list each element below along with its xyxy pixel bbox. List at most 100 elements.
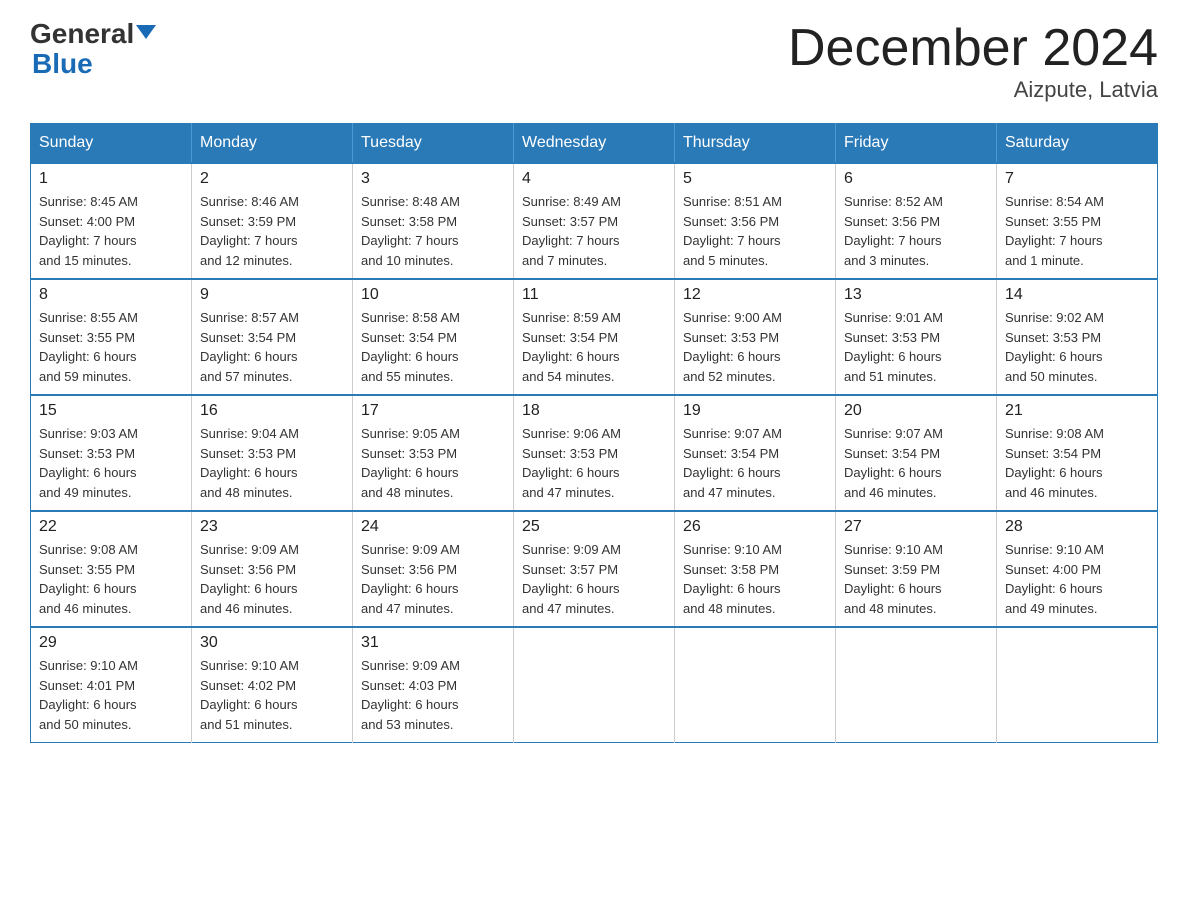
day-info: Sunrise: 9:04 AMSunset: 3:53 PMDaylight:… <box>200 424 344 502</box>
calendar-cell: 30 Sunrise: 9:10 AMSunset: 4:02 PMDayligh… <box>192 627 353 743</box>
week-row-3: 15Sunrise: 9:03 AMSunset: 3:53 PMDayligh… <box>31 395 1158 511</box>
calendar-cell: 24 Sunrise: 9:09 AMSunset: 3:56 PMDayligh… <box>353 511 514 627</box>
day-number: 14 <box>1005 286 1149 304</box>
calendar-cell <box>514 627 675 743</box>
week-row-5: 29 Sunrise: 9:10 AMSunset: 4:01 PMDayligh… <box>31 627 1158 743</box>
day-number: 28 <box>1005 518 1149 536</box>
days-of-week-row: SundayMondayTuesdayWednesdayThursdayFrid… <box>31 124 1158 164</box>
day-header-saturday: Saturday <box>997 124 1158 164</box>
day-number: 7 <box>1005 170 1149 188</box>
day-number: 31 <box>361 634 505 652</box>
calendar-cell: 11 Sunrise: 8:59 AMSunset: 3:54 PMDayligh… <box>514 279 675 395</box>
calendar-cell: 6 Sunrise: 8:52 AMSunset: 3:56 PMDaylight… <box>836 163 997 279</box>
calendar-cell: 13 Sunrise: 9:01 AMSunset: 3:53 PMDayligh… <box>836 279 997 395</box>
logo: General Blue <box>30 20 156 78</box>
day-info: Sunrise: 9:09 AMSunset: 3:56 PMDaylight:… <box>361 540 505 618</box>
calendar-cell: 26 Sunrise: 9:10 AMSunset: 3:58 PMDayligh… <box>675 511 836 627</box>
calendar-cell: 12Sunrise: 9:00 AMSunset: 3:53 PMDayligh… <box>675 279 836 395</box>
calendar-cell: 16 Sunrise: 9:04 AMSunset: 3:53 PMDayligh… <box>192 395 353 511</box>
day-number: 20 <box>844 402 988 420</box>
calendar-cell: 17 Sunrise: 9:05 AMSunset: 3:53 PMDayligh… <box>353 395 514 511</box>
day-info: Sunrise: 9:09 AMSunset: 3:57 PMDaylight:… <box>522 540 666 618</box>
calendar-cell: 28 Sunrise: 9:10 AMSunset: 4:00 PMDayligh… <box>997 511 1158 627</box>
logo-triangle-icon <box>136 25 156 39</box>
day-number: 27 <box>844 518 988 536</box>
calendar-cell <box>675 627 836 743</box>
day-number: 11 <box>522 286 666 304</box>
day-number: 3 <box>361 170 505 188</box>
title-block: December 2024 Aizpute, Latvia <box>788 20 1158 103</box>
calendar-table: SundayMondayTuesdayWednesdayThursdayFrid… <box>30 123 1158 743</box>
day-info: Sunrise: 9:08 AMSunset: 3:55 PMDaylight:… <box>39 540 183 618</box>
day-number: 5 <box>683 170 827 188</box>
calendar-subtitle: Aizpute, Latvia <box>788 77 1158 103</box>
day-number: 21 <box>1005 402 1149 420</box>
day-number: 30 <box>200 634 344 652</box>
calendar-cell: 8Sunrise: 8:55 AMSunset: 3:55 PMDaylight… <box>31 279 192 395</box>
day-header-thursday: Thursday <box>675 124 836 164</box>
day-info: Sunrise: 9:10 AMSunset: 4:01 PMDaylight:… <box>39 656 183 734</box>
day-number: 10 <box>361 286 505 304</box>
day-header-sunday: Sunday <box>31 124 192 164</box>
day-number: 19 <box>683 402 827 420</box>
calendar-cell: 19Sunrise: 9:07 AMSunset: 3:54 PMDayligh… <box>675 395 836 511</box>
calendar-cell: 18 Sunrise: 9:06 AMSunset: 3:53 PMDayligh… <box>514 395 675 511</box>
calendar-cell: 14Sunrise: 9:02 AMSunset: 3:53 PMDayligh… <box>997 279 1158 395</box>
calendar-cell: 21 Sunrise: 9:08 AMSunset: 3:54 PMDayligh… <box>997 395 1158 511</box>
day-info: Sunrise: 8:52 AMSunset: 3:56 PMDaylight:… <box>844 192 988 270</box>
day-number: 18 <box>522 402 666 420</box>
calendar-cell <box>836 627 997 743</box>
week-row-4: 22 Sunrise: 9:08 AMSunset: 3:55 PMDayligh… <box>31 511 1158 627</box>
day-number: 4 <box>522 170 666 188</box>
day-info: Sunrise: 9:05 AMSunset: 3:53 PMDaylight:… <box>361 424 505 502</box>
day-info: Sunrise: 9:00 AMSunset: 3:53 PMDaylight:… <box>683 308 827 386</box>
day-info: Sunrise: 9:07 AMSunset: 3:54 PMDaylight:… <box>844 424 988 502</box>
day-number: 16 <box>200 402 344 420</box>
calendar-cell: 1Sunrise: 8:45 AMSunset: 4:00 PMDaylight… <box>31 163 192 279</box>
calendar-cell: 15Sunrise: 9:03 AMSunset: 3:53 PMDayligh… <box>31 395 192 511</box>
day-number: 17 <box>361 402 505 420</box>
calendar-cell: 7 Sunrise: 8:54 AMSunset: 3:55 PMDaylight… <box>997 163 1158 279</box>
day-info: Sunrise: 9:10 AMSunset: 4:02 PMDaylight:… <box>200 656 344 734</box>
day-header-friday: Friday <box>836 124 997 164</box>
day-number: 1 <box>39 170 183 188</box>
day-info: Sunrise: 8:58 AMSunset: 3:54 PMDaylight:… <box>361 308 505 386</box>
week-row-1: 1Sunrise: 8:45 AMSunset: 4:00 PMDaylight… <box>31 163 1158 279</box>
day-info: Sunrise: 8:51 AMSunset: 3:56 PMDaylight:… <box>683 192 827 270</box>
calendar-cell: 4 Sunrise: 8:49 AMSunset: 3:57 PMDaylight… <box>514 163 675 279</box>
day-number: 26 <box>683 518 827 536</box>
day-number: 13 <box>844 286 988 304</box>
day-info: Sunrise: 9:10 AMSunset: 4:00 PMDaylight:… <box>1005 540 1149 618</box>
day-info: Sunrise: 8:49 AMSunset: 3:57 PMDaylight:… <box>522 192 666 270</box>
day-number: 22 <box>39 518 183 536</box>
day-number: 24 <box>361 518 505 536</box>
calendar-cell: 27 Sunrise: 9:10 AMSunset: 3:59 PMDayligh… <box>836 511 997 627</box>
day-info: Sunrise: 8:54 AMSunset: 3:55 PMDaylight:… <box>1005 192 1149 270</box>
calendar-cell: 5 Sunrise: 8:51 AMSunset: 3:56 PMDaylight… <box>675 163 836 279</box>
day-number: 9 <box>200 286 344 304</box>
logo-text-line1: General <box>30 20 156 48</box>
page-header: General Blue December 2024 Aizpute, Latv… <box>30 20 1158 103</box>
calendar-title: December 2024 <box>788 20 1158 77</box>
day-info: Sunrise: 9:01 AMSunset: 3:53 PMDaylight:… <box>844 308 988 386</box>
week-row-2: 8Sunrise: 8:55 AMSunset: 3:55 PMDaylight… <box>31 279 1158 395</box>
calendar-cell: 25 Sunrise: 9:09 AMSunset: 3:57 PMDayligh… <box>514 511 675 627</box>
day-info: Sunrise: 9:10 AMSunset: 3:58 PMDaylight:… <box>683 540 827 618</box>
logo-blue: Blue <box>30 50 93 78</box>
calendar-cell: 20 Sunrise: 9:07 AMSunset: 3:54 PMDayligh… <box>836 395 997 511</box>
day-info: Sunrise: 9:10 AMSunset: 3:59 PMDaylight:… <box>844 540 988 618</box>
calendar-cell: 3Sunrise: 8:48 AMSunset: 3:58 PMDaylight… <box>353 163 514 279</box>
day-info: Sunrise: 9:08 AMSunset: 3:54 PMDaylight:… <box>1005 424 1149 502</box>
day-info: Sunrise: 9:06 AMSunset: 3:53 PMDaylight:… <box>522 424 666 502</box>
day-info: Sunrise: 8:59 AMSunset: 3:54 PMDaylight:… <box>522 308 666 386</box>
day-number: 29 <box>39 634 183 652</box>
calendar-cell: 10 Sunrise: 8:58 AMSunset: 3:54 PMDayligh… <box>353 279 514 395</box>
calendar-header: SundayMondayTuesdayWednesdayThursdayFrid… <box>31 124 1158 164</box>
calendar-cell: 9 Sunrise: 8:57 AMSunset: 3:54 PMDaylight… <box>192 279 353 395</box>
day-info: Sunrise: 8:55 AMSunset: 3:55 PMDaylight:… <box>39 308 183 386</box>
day-info: Sunrise: 8:57 AMSunset: 3:54 PMDaylight:… <box>200 308 344 386</box>
day-number: 25 <box>522 518 666 536</box>
logo-general: General <box>30 18 134 49</box>
day-number: 6 <box>844 170 988 188</box>
day-info: Sunrise: 9:09 AMSunset: 4:03 PMDaylight:… <box>361 656 505 734</box>
